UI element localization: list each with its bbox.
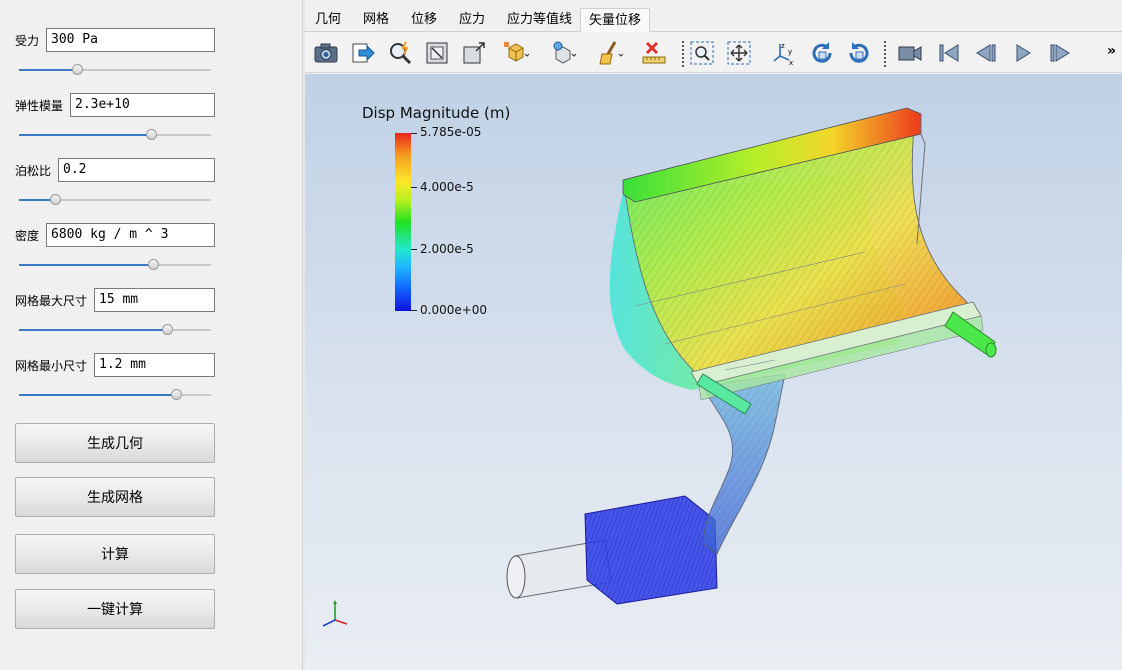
- zoom-box-icon[interactable]: [422, 39, 452, 67]
- elastic-modulus-slider[interactable]: [19, 128, 211, 142]
- slider-fill: [19, 394, 177, 396]
- parameter-panel: 受力 300 Pa 弹性模量 2.3e+10 泊松比 0.2 密度 6800 k…: [0, 0, 302, 670]
- force-slider[interactable]: [19, 63, 211, 77]
- prev-frame-icon[interactable]: [971, 39, 1001, 67]
- generate-geometry-button[interactable]: 生成几何: [15, 423, 215, 463]
- mesh-max-size-slider[interactable]: [19, 323, 211, 337]
- compute-button[interactable]: 计算: [15, 534, 215, 574]
- viewer-toolbar: zyx »: [305, 33, 1122, 73]
- svg-text:x: x: [789, 59, 793, 66]
- render-viewport[interactable]: Disp Magnitude (m) 5.785e-05 4.000e-5 2.…: [305, 74, 1122, 670]
- toolbar-separator: [682, 41, 684, 67]
- last-frame-icon[interactable]: [1045, 39, 1075, 67]
- tab-vector-displacement[interactable]: 矢量位移: [580, 8, 651, 32]
- zoom-select-icon[interactable]: [687, 39, 717, 67]
- slider-handle[interactable]: [148, 259, 160, 270]
- legend-max-label: 5.785e-05: [420, 125, 482, 139]
- mesh-min-size-slider[interactable]: [19, 388, 211, 402]
- legend-label: 2.000e-5: [420, 242, 474, 256]
- legend-tick: [411, 249, 417, 250]
- measure-icon[interactable]: [639, 39, 669, 67]
- force-input[interactable]: 300 Pa: [46, 28, 215, 52]
- pick-icon[interactable]: [385, 39, 415, 67]
- tab-stress[interactable]: 应力: [451, 8, 493, 32]
- legend-tick: [411, 133, 417, 134]
- camera-record-icon[interactable]: [895, 39, 925, 67]
- svg-text:y: y: [788, 48, 792, 56]
- density-slider[interactable]: [19, 258, 211, 272]
- poisson-ratio-slider[interactable]: [19, 193, 211, 207]
- legend-label: 4.000e-5: [420, 180, 474, 194]
- slider-handle[interactable]: [161, 324, 173, 335]
- zoom-extents-icon[interactable]: [459, 39, 489, 67]
- slider-handle[interactable]: [146, 129, 158, 140]
- generate-mesh-button[interactable]: 生成网格: [15, 477, 215, 517]
- app-window: 受力 300 Pa 弹性模量 2.3e+10 泊松比 0.2 密度 6800 k…: [0, 0, 1122, 670]
- tab-geometry[interactable]: 几何: [307, 8, 349, 32]
- svg-text:z: z: [781, 42, 785, 50]
- density-label: 密度: [15, 229, 40, 243]
- first-frame-icon[interactable]: [934, 39, 964, 67]
- export-icon[interactable]: [348, 39, 378, 67]
- axis-orient-icon[interactable]: zyx: [769, 39, 799, 67]
- legend-tick: [411, 310, 417, 311]
- slider-handle[interactable]: [171, 389, 183, 400]
- slider-fill: [19, 264, 154, 266]
- display-mode-icon[interactable]: [501, 39, 531, 67]
- color-scale-bar: [395, 133, 411, 311]
- poisson-ratio-input[interactable]: 0.2: [58, 158, 215, 182]
- tab-bar: 几何 网格 位移 应力 应力等值线 矢量位移: [305, 0, 1122, 32]
- orientation-axes-icon: [322, 600, 348, 627]
- rotate-ccw-icon[interactable]: [844, 39, 874, 67]
- lighting-icon[interactable]: [548, 39, 578, 67]
- tab-stress-contour[interactable]: 应力等值线: [499, 8, 580, 32]
- mesh-max-size-input[interactable]: 15 mm: [94, 288, 215, 312]
- fit-all-icon[interactable]: [724, 39, 754, 67]
- force-label: 受力: [15, 34, 40, 48]
- mesh-max-size-label: 网格最大尺寸: [15, 294, 88, 308]
- mesh-min-size-label: 网格最小尺寸: [15, 359, 88, 373]
- rotate-cw-icon[interactable]: [807, 39, 837, 67]
- elastic-modulus-input[interactable]: 2.3e+10: [70, 93, 215, 117]
- clean-icon[interactable]: [595, 39, 625, 67]
- toolbar-overflow-button[interactable]: »: [1107, 43, 1116, 59]
- legend-min-label: 0.000e+00: [420, 303, 488, 317]
- toolbar-separator: [884, 41, 886, 67]
- legend-title: Disp Magnitude (m): [362, 104, 511, 122]
- camera-icon[interactable]: [311, 39, 341, 67]
- poisson-ratio-label: 泊松比: [15, 164, 52, 178]
- mesh-min-size-input[interactable]: 1.2 mm: [94, 353, 215, 377]
- play-icon[interactable]: [1008, 39, 1038, 67]
- tab-displacement[interactable]: 位移: [403, 8, 445, 32]
- elastic-modulus-label: 弹性模量: [15, 99, 64, 113]
- one-click-compute-button[interactable]: 一键计算: [15, 589, 215, 629]
- density-input[interactable]: 6800 kg / m ^ 3: [46, 223, 215, 247]
- slider-handle[interactable]: [71, 64, 83, 75]
- displacement-model: [506, 107, 997, 605]
- slider-fill: [19, 134, 152, 136]
- slider-fill: [19, 329, 167, 331]
- tab-mesh[interactable]: 网格: [355, 8, 397, 32]
- legend-tick: [411, 187, 417, 188]
- slider-fill: [19, 69, 77, 71]
- slider-handle[interactable]: [50, 194, 62, 205]
